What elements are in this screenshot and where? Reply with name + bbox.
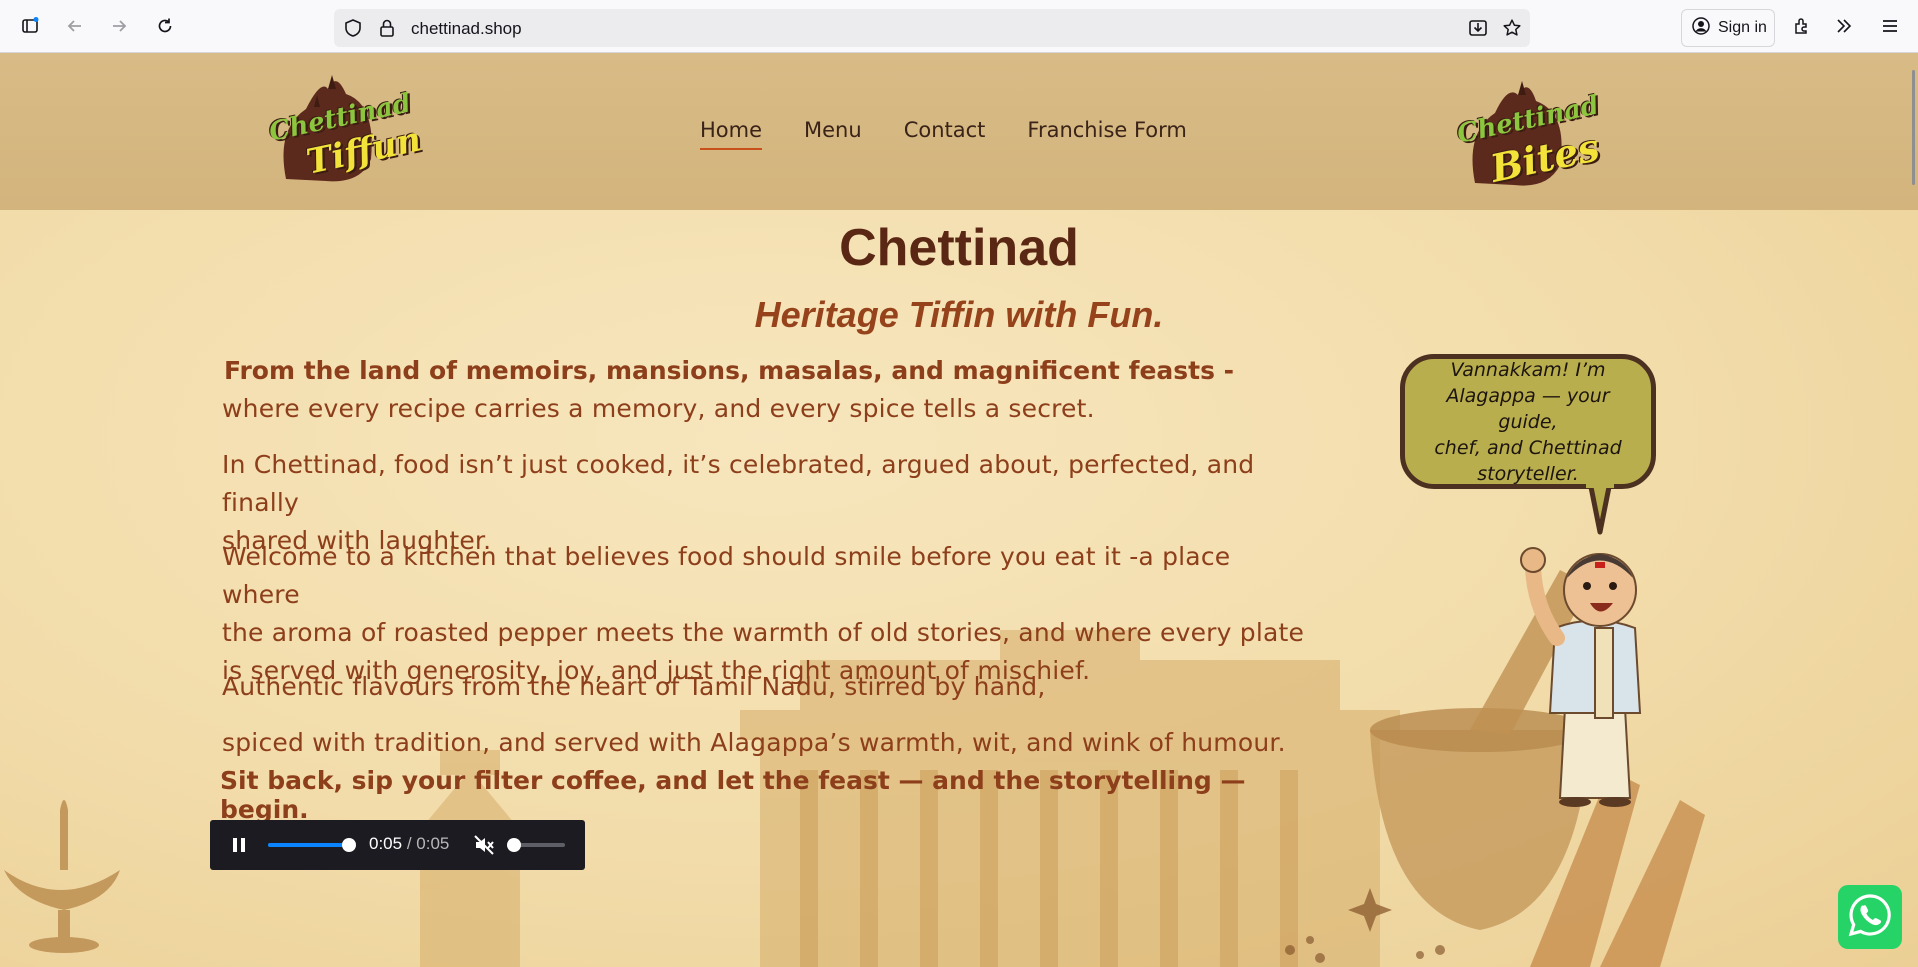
paragraph-four: spiced with tradition, and served with A… (222, 728, 1286, 757)
audio-time-separator: / (402, 834, 417, 853)
muted-speaker-icon[interactable] (473, 834, 495, 856)
browser-toolbar: chettinad.shop Sign in (0, 0, 1918, 53)
nav-menu[interactable]: Menu (804, 118, 862, 142)
back-arrow-icon[interactable] (61, 12, 89, 40)
alagappa-mascot (1520, 547, 1642, 807)
overflow-chevron-icon[interactable] (1830, 12, 1858, 40)
sign-in-label: Sign in (1718, 19, 1767, 36)
main-nav: Home Menu Contact Franchise Form (700, 118, 1187, 150)
nav-home[interactable]: Home (700, 118, 763, 150)
paragraph-three: Authentic flavours from the heart of Tam… (222, 672, 1046, 701)
lead-heading: From the land of memoirs, mansions, masa… (224, 356, 1235, 385)
audio-current-time: 0:05 (369, 834, 403, 853)
lock-icon[interactable] (378, 18, 396, 38)
extensions-icon[interactable] (1787, 12, 1815, 40)
volume-slider[interactable] (507, 837, 569, 853)
forward-arrow-icon[interactable] (105, 12, 133, 40)
speech-bubble: Vannakkam! I’m Alagappa — your guide, ch… (1400, 354, 1656, 489)
volume-thumb[interactable] (507, 838, 521, 852)
reload-icon[interactable] (151, 12, 179, 40)
chettinad-tiffun-logo[interactable]: Chettinad Tiffun (266, 69, 425, 189)
seek-progress (268, 843, 350, 847)
audio-time-readout: 0:05 / 0:05 (369, 834, 449, 854)
url-text[interactable]: chettinad.shop (411, 19, 522, 39)
sign-in-button[interactable]: Sign in (1681, 9, 1775, 47)
sidebar-toggle-icon[interactable] (16, 12, 44, 40)
page-tagline: Heritage Tiffin with Fun. (754, 294, 1164, 335)
nav-contact[interactable]: Contact (904, 118, 986, 142)
whatsapp-chat-button[interactable] (1838, 885, 1902, 949)
page-scrollbar[interactable] (1912, 70, 1915, 185)
lead-subline: where every recipe carries a memory, and… (222, 394, 1095, 423)
page-title: Chettinad (839, 219, 1079, 277)
account-icon (1691, 16, 1711, 41)
pause-icon[interactable] (230, 836, 248, 854)
nav-franchise-form[interactable]: Franchise Form (1027, 118, 1187, 142)
bookmark-star-icon[interactable] (1502, 18, 1522, 38)
hero-section: Chettinad Heritage Tiffin with Fun. From… (0, 210, 1918, 967)
tracking-shield-icon[interactable] (343, 18, 363, 38)
hamburger-menu-icon[interactable] (1876, 12, 1904, 40)
audio-duration: 0:05 (416, 834, 450, 853)
site-header: Chettinad Tiffun Home Menu Contact Franc… (0, 53, 1918, 210)
seek-slider[interactable] (268, 837, 358, 853)
save-page-icon[interactable] (1468, 18, 1488, 38)
seek-thumb[interactable] (342, 838, 356, 852)
closing-line: Sit back, sip your filter coffee, and le… (220, 766, 1246, 824)
chettinad-bites-logo[interactable]: Chettinad Bites (1450, 73, 1603, 193)
audio-player: 0:05 / 0:05 (210, 820, 585, 870)
address-bar[interactable]: chettinad.shop (334, 9, 1530, 47)
speech-bubble-text: Vannakkam! I’m Alagappa — your guide, ch… (1434, 358, 1622, 485)
whatsapp-icon (1846, 891, 1894, 943)
